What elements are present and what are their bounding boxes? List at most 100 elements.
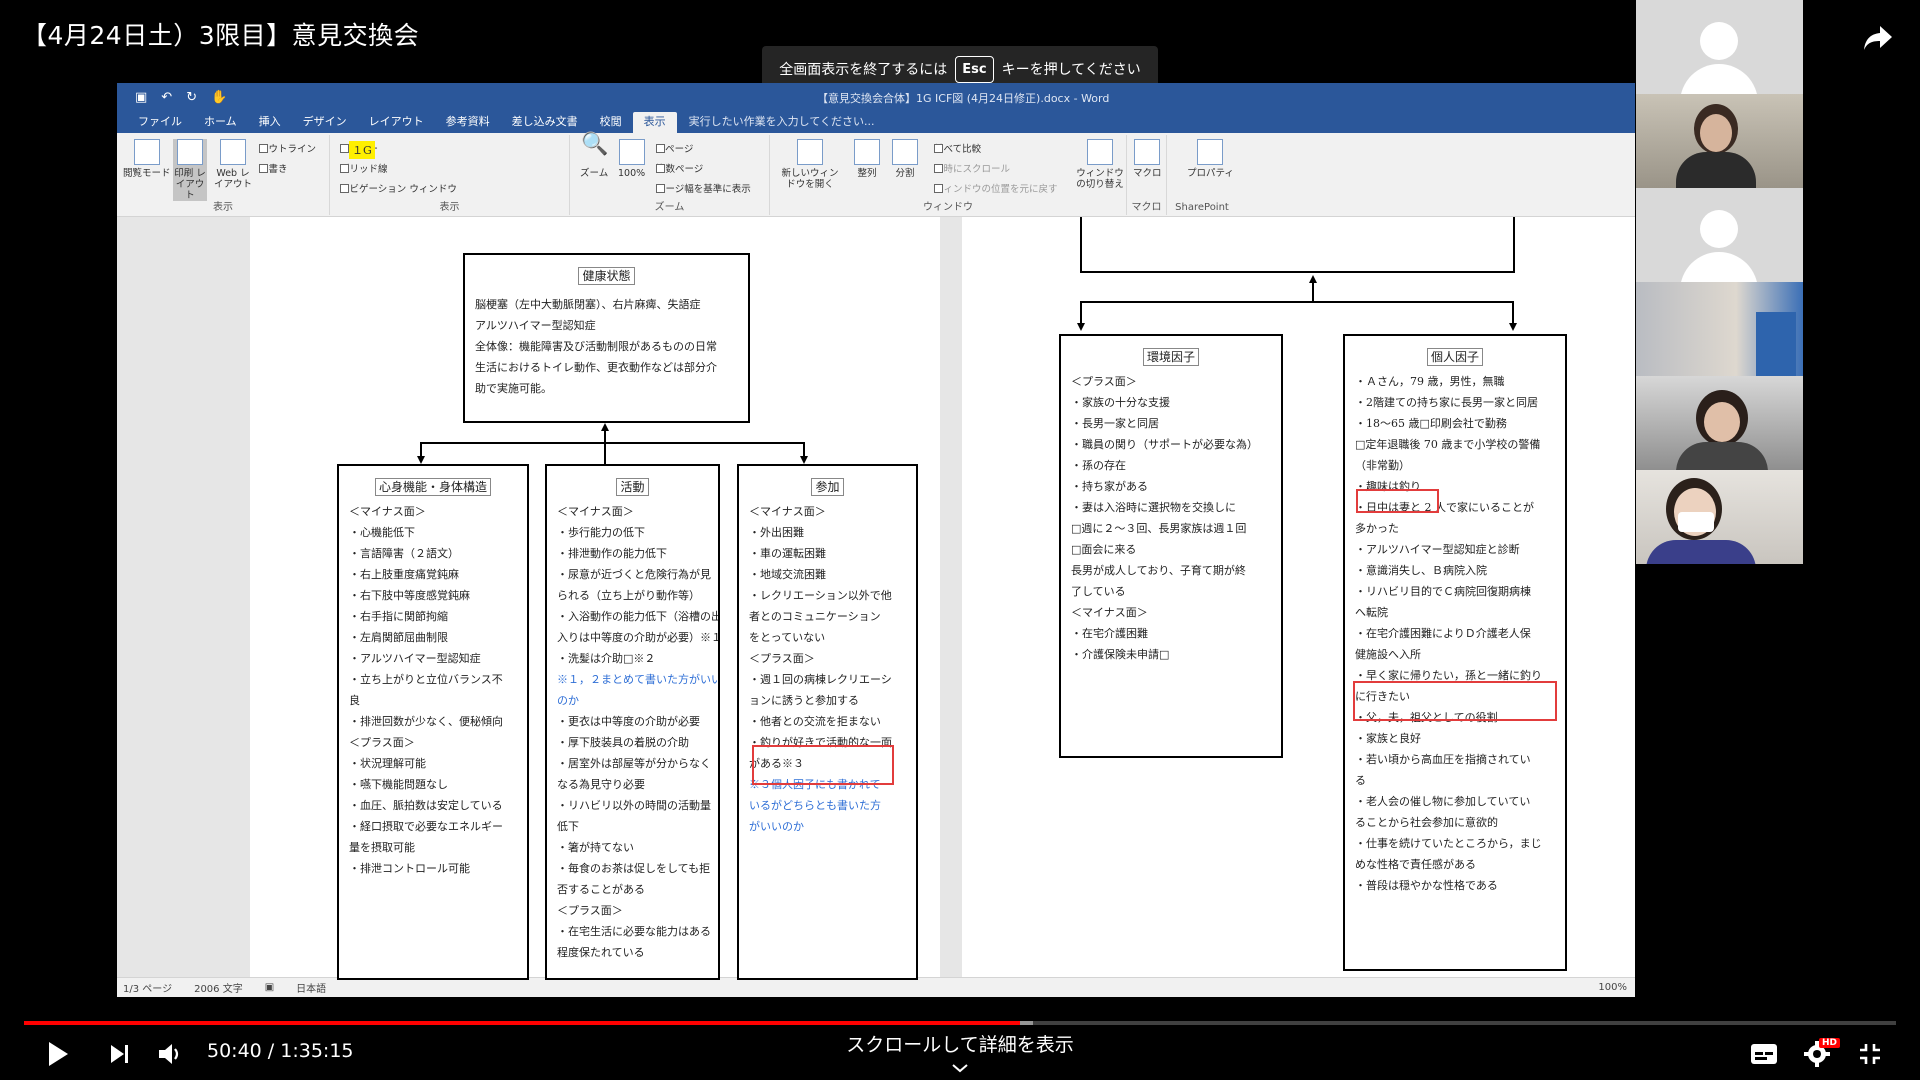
participation-box: 参加 ＜マイナス面＞ ・外出困難 ・車の運転困難 ・地域交流困難 ・レクリエーション以外… [737,464,918,980]
environment-line: ＜マイナス面＞ [1071,606,1148,619]
participant-tile[interactable] [1636,188,1803,282]
connector [1080,301,1082,325]
play-button[interactable] [38,1036,78,1072]
language[interactable]: 日本語 [296,980,326,995]
environment-line: 長男が成人しており、子育て期が終 [1071,564,1246,577]
arrange-button[interactable]: 整列 [854,139,880,179]
one-page-button[interactable]: 1 ページ [656,141,693,155]
zoom-button[interactable]: 🔍 ズーム [580,134,609,180]
activity-line: ・リハビリ以外の時間の活動量 [557,799,711,812]
web-layout-icon [220,139,246,165]
gridlines-checkbox[interactable]: グリッド線 [340,161,388,175]
group-show-label: 表示 [439,202,460,213]
connector [420,442,805,444]
tab-mailings[interactable]: 差し込み文書 [501,112,589,133]
participation-title: 参加 [811,478,844,496]
environment-line: □週に２～３回、長男家族は週１回 [1071,522,1247,535]
exit-fullscreen-button[interactable] [1850,1036,1890,1072]
connector [1080,301,1514,303]
tab-references[interactable]: 参考資料 [435,112,501,133]
nav-pane-checkbox[interactable]: ナビゲーション ウィンドウ [340,181,457,195]
tab-insert[interactable]: 挿入 [248,112,292,133]
participant-tile[interactable] [1636,94,1803,188]
sync-scroll-button[interactable]: 同時にスクロール [934,161,1010,175]
tab-review[interactable]: 校閲 [589,112,633,133]
page-count[interactable]: 1/3 ページ [123,980,172,995]
web-layout-button[interactable]: Web レイアウト [213,139,253,190]
next-button[interactable] [100,1036,140,1072]
nav-pane-checkbox-box [340,183,349,193]
properties-icon [1197,139,1224,165]
zoom-100-label: 100% [618,168,646,179]
zoom-100-button[interactable]: 100% [618,139,645,179]
print-layout-button[interactable]: 印刷 レイアウト [173,139,207,201]
save-icon[interactable]: ▣ [135,90,147,105]
scroll-for-details[interactable]: スクロールして詳細を表示 [820,1030,1100,1057]
print-layout-icon [177,139,203,165]
participant-tile[interactable] [1636,470,1803,564]
page-width-button[interactable]: ページ幅を基準に表示 [656,181,751,195]
ribbon-view: 閲覧モード 印刷 レイアウト Web レイアウト アウトライン 下書き 表示 ル… [117,133,1635,217]
connector [1513,217,1515,273]
environment-line: ＜プラス面＞ [1071,375,1137,388]
connector [1080,271,1515,273]
side-by-side-button[interactable]: 並べて比較 [934,141,981,155]
chevron-down-icon[interactable] [951,1058,969,1077]
connector [1080,217,1082,273]
one-page-icon [656,143,665,153]
multi-page-button[interactable]: 複数ページ [656,161,703,175]
tab-home[interactable]: ホーム [193,112,248,133]
activity-line: ※１，２まとめて書いた方がいい [557,673,718,686]
participant-video [1756,312,1796,376]
volume-button[interactable] [150,1036,190,1072]
zoom-level[interactable]: 100% [1598,982,1627,993]
group-macro: マクロ マクロ [1127,135,1167,215]
environment-line: ・妻は入浴時に選択物を交換しに [1071,501,1236,514]
macros-label: マクロ [1133,168,1162,179]
reset-position-button[interactable]: ウィンドウの位置を元に戻す [934,181,1058,195]
proofing-icon[interactable]: ▣ [265,982,274,993]
undo-icon[interactable]: ↶ [161,90,172,105]
macros-button[interactable]: マクロ [1133,139,1162,179]
new-window-button[interactable]: 新しいウィンドウを開く [780,139,840,190]
arrange-icon [854,139,880,165]
participation-line: をとっていない [749,631,826,644]
outline-button[interactable]: アウトライン [259,141,316,155]
avatar-placeholder-icon [1700,22,1738,60]
properties-label: プロパティ [1187,168,1234,179]
subtitles-button[interactable] [1744,1036,1784,1072]
personal-line: ・家族と良好 [1355,732,1421,745]
connector [604,430,606,465]
environment-line: ・家族の十分な支援 [1071,396,1170,409]
participant-tile[interactable] [1636,376,1803,470]
duration: 1:35:15 [280,1040,354,1062]
exit-fullscreen-icon [1860,1044,1880,1064]
word-count[interactable]: 2006 文字 [194,980,243,995]
tab-view[interactable]: 表示 [632,112,677,133]
time-separator: / [261,1040,281,1062]
draft-button[interactable]: 下書き [259,161,288,175]
switch-windows-button[interactable]: ウィンドウの切り替え [1076,139,1124,190]
share-button[interactable] [1858,18,1898,58]
tell-me-box[interactable]: 実行したい作業を入力してください... [689,113,875,133]
ruler-checkbox-box [340,143,349,153]
body-line: ＜マイナス面＞ [349,505,426,518]
environmental-factors-box: 環境因子 ＜プラス面＞ ・家族の十分な支援 ・長男一家と同居 ・職員の関り（サポートが… [1059,334,1283,758]
participation-line: がいいのか [749,820,804,833]
participant-tile[interactable] [1636,282,1803,376]
hd-badge: HD [1819,1038,1841,1048]
touch-mode-icon[interactable]: ✋ [211,90,227,105]
settings-button[interactable]: HD [1797,1036,1841,1072]
properties-button[interactable]: プロパティ [1187,139,1234,179]
tab-design[interactable]: デザイン [292,112,358,133]
redo-icon[interactable]: ↻ [186,90,197,105]
read-mode-button[interactable]: 閲覧モード [123,139,171,179]
participant-tile[interactable] [1636,0,1803,94]
split-button[interactable]: 分割 [892,139,918,179]
tab-layout[interactable]: レイアウト [358,112,435,133]
tab-file[interactable]: ファイル [127,112,193,133]
side-by-side-icon [934,143,943,153]
page-width-label: ページ幅を基準に表示 [656,184,751,195]
participation-line: ・週１回の病棟レクリエーシ [749,673,892,686]
personal-line: めな性格で責任感がある [1355,858,1476,871]
